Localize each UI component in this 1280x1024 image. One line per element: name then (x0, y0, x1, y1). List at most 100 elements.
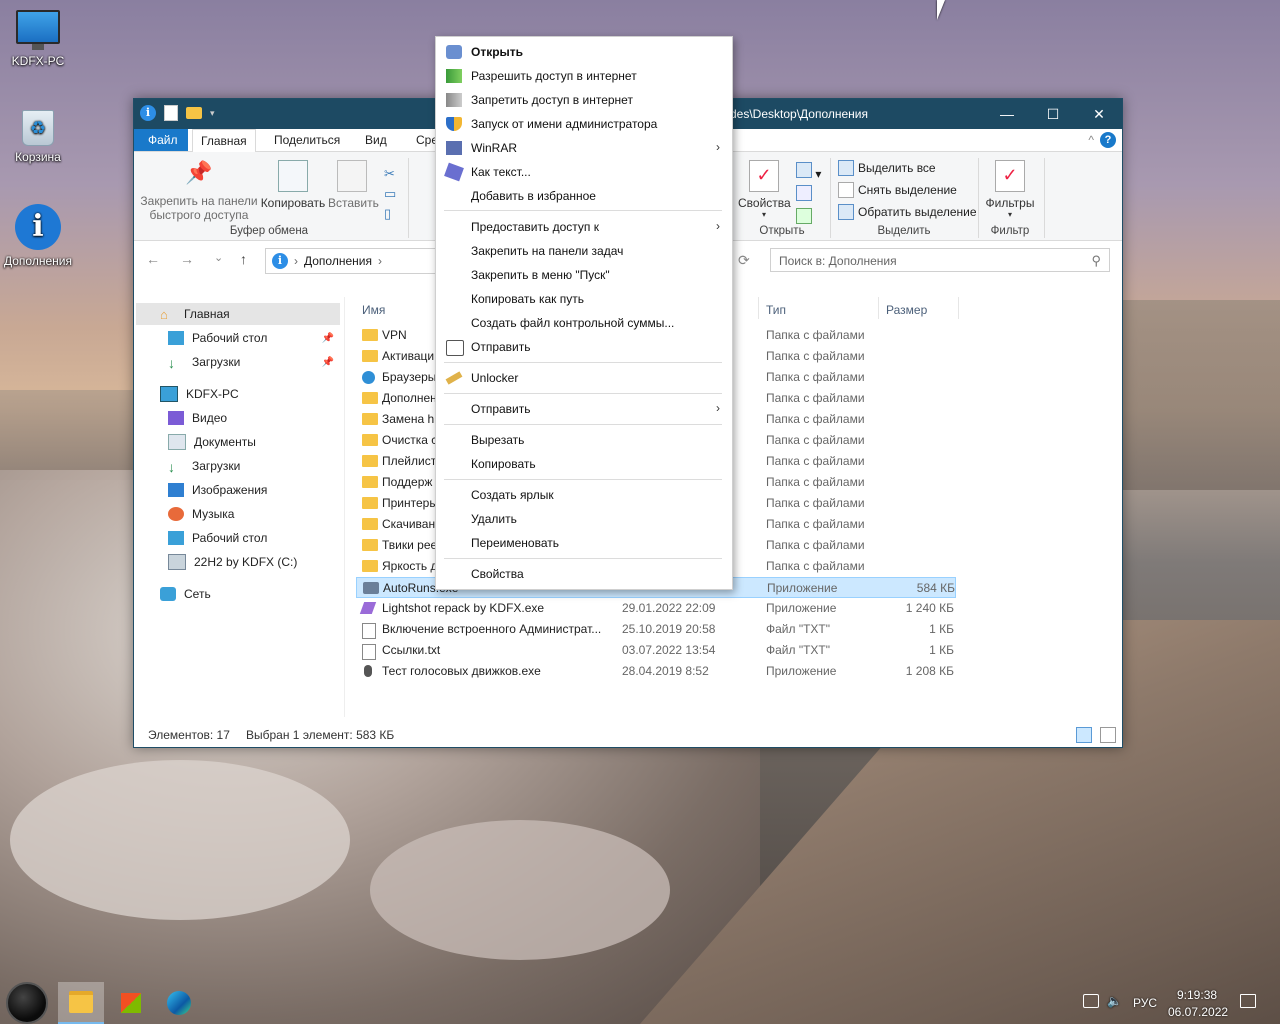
menu-item-run-as-admin[interactable]: Запуск от имени администратора (436, 113, 732, 135)
desktop-icon-computer[interactable]: KDFX-PC (0, 10, 76, 68)
menu-item-cut[interactable]: Вырезать (436, 429, 732, 451)
file-row[interactable]: Тест голосовых движков.exe 28.04.2019 8:5… (356, 661, 956, 682)
maximize-button[interactable]: ☐ (1030, 99, 1076, 129)
sidebar-item-drive-c[interactable]: 22H2 by KDFX (C:) (168, 551, 297, 573)
menu-item-unlocker[interactable]: Unlocker (436, 367, 732, 389)
search-input[interactable]: Поиск в: Дополнения ⚲ (770, 248, 1110, 272)
column-divider[interactable] (878, 297, 879, 319)
notifications-icon[interactable] (1240, 994, 1256, 1008)
copy-path-icon[interactable]: ▭ (384, 184, 396, 204)
chevron-up-icon[interactable]: ^ (1088, 133, 1094, 147)
menu-item-rename[interactable]: Переименовать (436, 532, 732, 554)
recent-locations-button[interactable]: ⌄ (214, 251, 223, 264)
menu-item-open[interactable]: Открыть (436, 41, 732, 63)
large-icons-view-button[interactable] (1100, 727, 1116, 743)
pane-divider[interactable] (344, 297, 345, 717)
filters-button[interactable]: ✓ Фильтры ▾ (982, 160, 1038, 219)
pin-quick-access-button[interactable]: 📌 Закрепить на панели быстрого доступа (140, 160, 258, 222)
breadcrumb-separator: › (294, 254, 298, 268)
sidebar-item-music[interactable]: Музыка (168, 503, 234, 525)
up-button[interactable]: ↑ (240, 251, 247, 267)
menu-item-share[interactable]: Отправить (436, 336, 732, 358)
select-all-button[interactable]: Выделить все (838, 160, 936, 176)
menu-item-copy[interactable]: Копировать (436, 453, 732, 475)
file-row[interactable]: Ссылки.txt 03.07.2022 13:54 Файл "TXT" 1 КБ (356, 640, 956, 661)
refresh-button[interactable]: ⟳ (738, 252, 750, 269)
paste-shortcut-icon[interactable]: ▯ (384, 204, 396, 224)
chevron-down-icon[interactable]: ▾ (210, 108, 215, 119)
sidebar-item-documents[interactable]: Документы (168, 431, 256, 453)
help-icon[interactable]: ? (1100, 132, 1116, 148)
column-divider[interactable] (958, 297, 959, 319)
language-indicator[interactable]: РУС (1133, 996, 1157, 1010)
clock-time[interactable]: 9:19:38 (1177, 988, 1217, 1002)
menu-item-create-shortcut[interactable]: Создать ярлык (436, 484, 732, 506)
file-row[interactable]: Lightshot repack by KDFX.exe 29.01.2022 2… (356, 598, 956, 619)
menu-item-delete[interactable]: Удалить (436, 508, 732, 530)
taskbar-edge-button[interactable] (156, 982, 202, 1024)
properties-icon[interactable] (164, 105, 178, 121)
network-tray-icon[interactable] (1083, 994, 1099, 1008)
column-header-size[interactable]: Размер (886, 303, 927, 317)
group-label-open: Открыть (759, 225, 805, 237)
open-with-icon[interactable]: ▾ (796, 162, 821, 185)
tab-view[interactable]: Вид (357, 129, 395, 151)
taskbar-store-button[interactable] (108, 982, 154, 1024)
menu-item-pin-start[interactable]: Закрепить в меню "Пуск" (436, 264, 732, 286)
file-row[interactable]: Включение встроенного Администрат... 25.1… (356, 619, 956, 640)
menu-item-block-internet[interactable]: Запретить доступ в интернет (436, 89, 732, 111)
taskbar-explorer-button[interactable] (58, 982, 104, 1024)
copy-button[interactable]: Копировать (260, 160, 326, 210)
start-button[interactable] (4, 982, 50, 1024)
sidebar-item-this-pc[interactable]: KDFX-PC (160, 383, 340, 405)
edit-icon[interactable] (796, 185, 821, 208)
menu-item-as-text[interactable]: Как текст... (436, 161, 732, 183)
menu-item-pin-taskbar[interactable]: Закрепить на панели задач (436, 240, 732, 262)
invert-selection-button[interactable]: Обратить выделение (838, 204, 977, 220)
cut-icon[interactable]: ✂ (384, 164, 396, 184)
menu-item-winrar[interactable]: WinRAR › (436, 137, 732, 159)
deselect-button[interactable]: Снять выделение (838, 182, 957, 198)
column-header-name[interactable]: Имя (362, 303, 385, 317)
volume-icon[interactable]: 🔈 (1107, 994, 1122, 1008)
new-folder-icon[interactable] (186, 107, 202, 119)
column-header-type[interactable]: Тип (766, 303, 786, 317)
forward-button[interactable]: → (180, 251, 194, 267)
sidebar-item-desktop-pc[interactable]: Рабочий стол (168, 527, 267, 549)
back-button[interactable]: ← (146, 251, 160, 267)
menu-item-copy-as-path[interactable]: Копировать как путь (436, 288, 732, 310)
background-ice-floe (370, 820, 670, 960)
breadcrumb[interactable]: Дополнения (304, 254, 372, 268)
paste-button[interactable]: Вставить (328, 160, 379, 210)
sidebar-item-downloads[interactable]: ↓ Загрузки 📌 (168, 351, 340, 373)
sidebar-item-network[interactable]: Сеть (160, 583, 211, 605)
menu-item-properties[interactable]: Свойства (436, 563, 732, 585)
music-icon (168, 507, 184, 521)
desktop-icon-addons[interactable]: i Дополнения (0, 204, 76, 268)
sidebar-item-pictures[interactable]: Изображения (168, 479, 267, 501)
clock-date[interactable]: 06.07.2022 (1168, 1005, 1228, 1019)
column-divider[interactable] (758, 297, 759, 319)
clipboard-small-actions[interactable]: ✂ ▭ ▯ (384, 164, 396, 224)
minimize-button[interactable]: — (984, 99, 1030, 129)
menu-item-give-access[interactable]: Предоставить доступ к › (436, 216, 732, 238)
menu-item-create-checksum[interactable]: Создать файл контрольной суммы... (436, 312, 732, 334)
details-view-button[interactable] (1076, 727, 1092, 743)
sidebar-item-video[interactable]: Видео (168, 407, 227, 429)
tab-file[interactable]: Файл (134, 129, 188, 151)
menu-item-add-to-favorites[interactable]: Добавить в избранное (436, 185, 732, 207)
folder-icon (362, 434, 378, 446)
sidebar-item-home[interactable]: ⌂ Главная (136, 303, 340, 325)
tab-share[interactable]: Поделиться (266, 129, 348, 151)
desktop-icon-recycle-bin[interactable]: ♻ Корзина (0, 110, 76, 164)
address-bar[interactable]: i › Дополнения › (265, 248, 443, 274)
tab-home[interactable]: Главная (192, 129, 256, 153)
filter-icon: ✓ (995, 160, 1025, 192)
properties-button[interactable]: ✓ Свойства ▾ (738, 160, 791, 219)
info-icon[interactable]: i (140, 105, 156, 121)
sidebar-item-downloads-pc[interactable]: ↓ Загрузки (168, 455, 240, 477)
sidebar-item-desktop[interactable]: Рабочий стол 📌 (168, 327, 340, 349)
close-button[interactable]: ✕ (1076, 99, 1122, 129)
menu-item-allow-internet[interactable]: Разрешить доступ в интернет (436, 65, 732, 87)
menu-item-send-to[interactable]: Отправить › (436, 398, 732, 420)
